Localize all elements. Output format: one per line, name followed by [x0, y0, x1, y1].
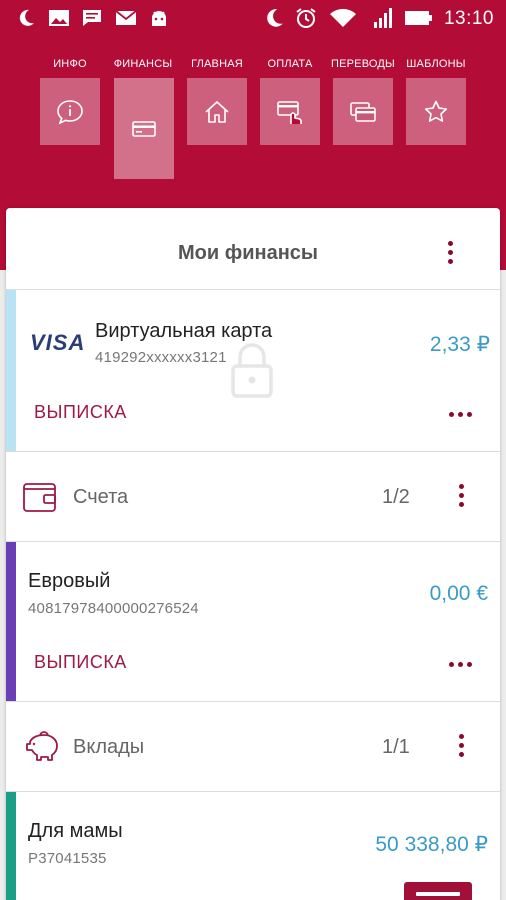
transfer-icon — [350, 101, 376, 122]
android-icon — [147, 6, 171, 30]
deposit-name: Для мамы — [28, 820, 123, 842]
lock-icon — [231, 343, 273, 398]
nav-label-templates: ШАБЛОНЫ — [406, 58, 466, 70]
nav-label-finances: ФИНАНСЫ — [113, 58, 173, 70]
moon-icon — [14, 6, 38, 30]
nav-tile-transfers[interactable] — [333, 78, 393, 145]
virtual-card-item[interactable]: VISA Виртуальная карта 419292xxxxxx3121 … — [6, 290, 500, 452]
nav-item-info[interactable]: ИНФО — [33, 58, 107, 145]
nav-tile-templates[interactable] — [406, 78, 466, 145]
nav-item-payment[interactable]: ОПЛАТА — [253, 58, 327, 145]
nav-label-home: ГЛАВНАЯ — [191, 58, 243, 70]
finances-header: Мои финансы — [6, 208, 500, 290]
status-time: 13:10 — [443, 8, 494, 29]
card-stripe — [6, 290, 16, 451]
account-more-button[interactable] — [449, 662, 472, 667]
status-bar: 13:10 — [0, 0, 506, 36]
piggy-bank-icon — [26, 731, 58, 761]
card-icon — [132, 120, 156, 137]
home-icon — [205, 100, 229, 123]
card-name: Виртуальная карта — [95, 320, 273, 342]
alarm-icon — [294, 6, 318, 30]
chat-icon — [80, 6, 104, 30]
deposits-section-count: 1/1 — [382, 736, 410, 758]
page-title: Мои финансы — [177, 242, 318, 264]
nav-item-home[interactable]: ГЛАВНАЯ — [180, 58, 254, 145]
nav-label-payment: ОПЛАТА — [267, 58, 313, 70]
fab-inner-icon — [416, 892, 460, 896]
nav-label-transfers: ПЕРЕВОДЫ — [331, 58, 395, 70]
deposit-balance: 50 338,80 ₽ — [375, 833, 488, 856]
floating-action-button[interactable] — [404, 882, 472, 900]
euro-account-item[interactable]: Евровый 40817978400000276524 0,00 € ВЫПИ… — [6, 542, 500, 702]
card-number: 419292xxxxxx3121 — [95, 349, 227, 366]
mail-icon — [114, 6, 138, 30]
account-stripe — [6, 542, 16, 701]
account-number: 40817978400000276524 — [28, 600, 199, 617]
nav-tile-info[interactable] — [40, 78, 100, 145]
wallet-icon — [23, 483, 56, 512]
deposits-menu-button[interactable] — [451, 734, 471, 757]
card-more-button[interactable] — [449, 412, 472, 417]
payment-icon — [277, 100, 302, 124]
wifi-icon — [328, 6, 358, 30]
top-navigation: ИНФО ФИНАНСЫ ГЛАВНАЯ ОПЛАТА ПЕРЕВОДЫ ШАБ… — [0, 58, 506, 188]
nav-item-finances[interactable]: ФИНАНСЫ — [106, 58, 180, 179]
nav-item-templates[interactable]: ШАБЛОНЫ — [399, 58, 473, 145]
info-chat-icon — [57, 99, 83, 125]
battery-icon — [404, 6, 434, 30]
accounts-section-title: Счета — [73, 486, 129, 508]
accounts-section-count: 1/2 — [382, 486, 410, 508]
star-icon — [424, 100, 448, 122]
card-balance: 2,33 ₽ — [429, 333, 490, 356]
visa-logo: VISA — [30, 330, 86, 355]
finances-card: Мои финансы VISA Виртуальная карта 41929… — [6, 208, 500, 900]
nav-tile-finances[interactable] — [114, 78, 174, 179]
accounts-section-header[interactable]: Счета 1/2 — [6, 452, 500, 542]
accounts-menu-button[interactable] — [451, 484, 471, 507]
account-statement-link[interactable]: ВЫПИСКА — [34, 652, 127, 673]
deposits-section-title: Вклады — [73, 736, 145, 758]
signal-icon — [372, 6, 396, 30]
nav-item-transfers[interactable]: ПЕРЕВОДЫ — [326, 58, 400, 145]
deposits-section-header[interactable]: Вклады 1/1 — [6, 702, 500, 792]
nav-label-info: ИНФО — [53, 58, 87, 70]
nav-tile-home[interactable] — [187, 78, 247, 145]
account-name: Евровый — [28, 570, 111, 592]
card-statement-link[interactable]: ВЫПИСКА — [34, 402, 127, 423]
deposit-number: Р37041535 — [28, 850, 107, 867]
finances-menu-button[interactable] — [440, 241, 460, 264]
account-balance: 0,00 € — [429, 582, 488, 605]
moon-icon — [262, 6, 286, 30]
nav-tile-payment[interactable] — [260, 78, 320, 145]
deposit-stripe — [6, 792, 16, 900]
image-icon — [47, 6, 71, 30]
